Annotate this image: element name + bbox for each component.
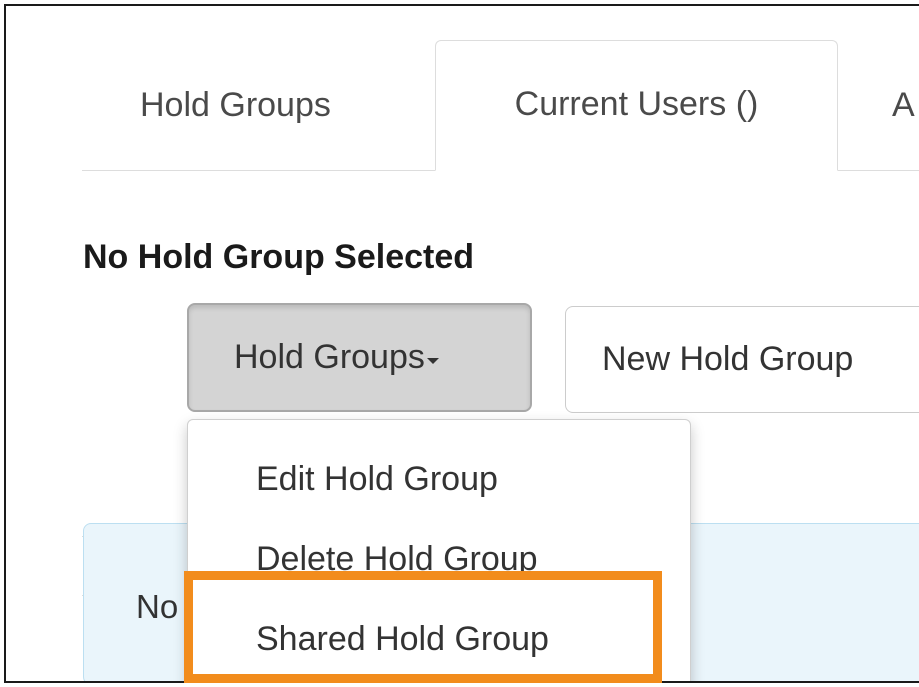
selected-hold-group-heading: No Hold Group Selected (83, 238, 475, 276)
table-info-text: No (136, 588, 179, 625)
hold-groups-dropdown-button[interactable]: Hold Groups (187, 303, 532, 412)
tab-hold-groups[interactable]: Hold Groups (140, 41, 331, 170)
caret-down-icon (426, 357, 439, 364)
tab-partial[interactable]: A (892, 41, 915, 170)
tab-current-users[interactable]: Current Users () (435, 40, 838, 171)
highlight-box (184, 571, 662, 683)
new-hold-group-button[interactable]: New Hold Group (565, 306, 919, 413)
hold-groups-button-label: Hold Groups (234, 338, 425, 376)
tab-bar: Hold Groups Current Users () A (82, 6, 919, 171)
new-hold-group-button-label: New Hold Group (602, 340, 854, 378)
menu-item-edit-hold-group[interactable]: Edit Hold Group (256, 460, 498, 499)
